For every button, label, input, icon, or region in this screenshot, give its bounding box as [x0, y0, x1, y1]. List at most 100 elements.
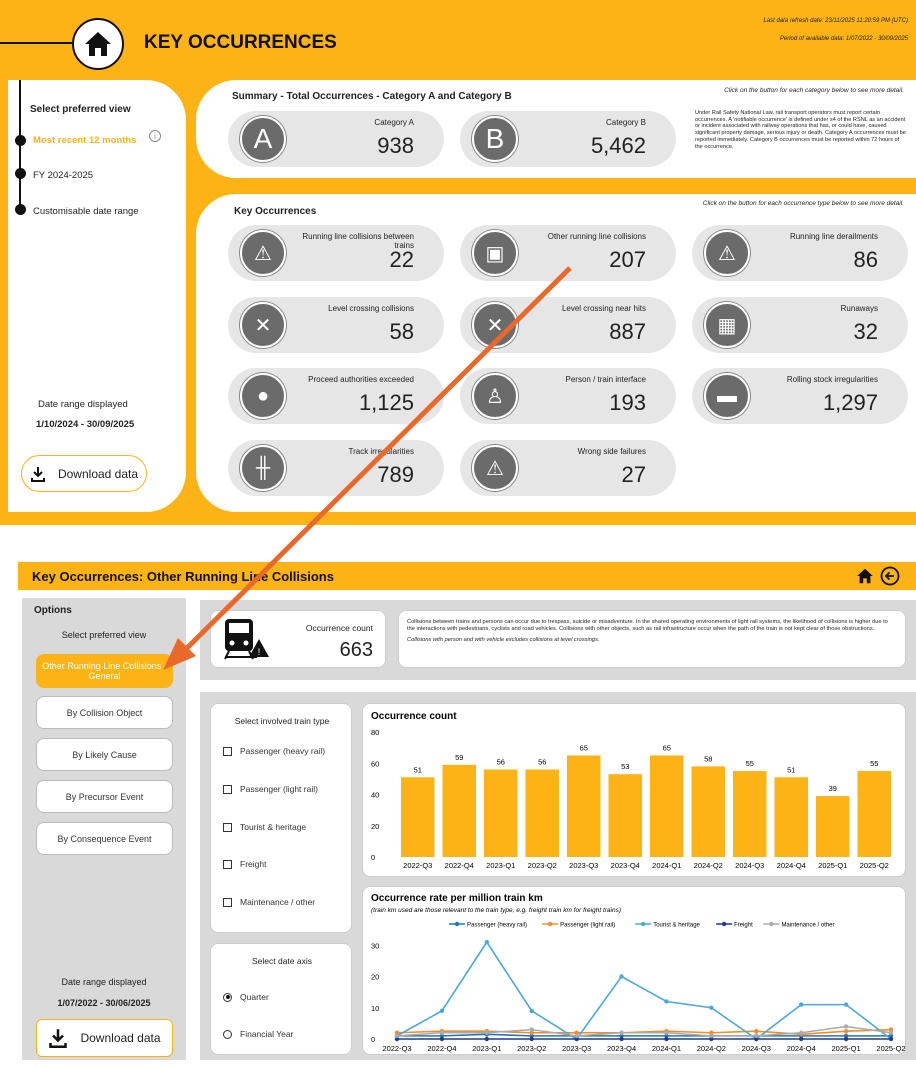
checkbox[interactable]	[223, 746, 232, 756]
y-tick-label: 20	[371, 973, 379, 982]
checkbox[interactable]	[223, 784, 232, 794]
view-dot[interactable]	[15, 168, 26, 179]
key-occurrence-button[interactable]: ● Proceed authorities exceeded 1,125	[228, 368, 444, 424]
category-a-icon: A	[240, 116, 286, 162]
view-consequence-button[interactable]: By Consequence Event	[36, 822, 173, 855]
count-label: Occurrence count	[305, 623, 373, 633]
series-point	[484, 939, 490, 945]
track-icon: ╫	[240, 445, 286, 491]
bar-value-label: 59	[455, 753, 463, 762]
date-range-value: 1/10/2024 - 30/09/2025	[36, 419, 135, 430]
series-point	[394, 1033, 400, 1039]
occurrence-value: 22	[389, 247, 414, 272]
x-tick-label: 2023-Q1	[472, 1044, 501, 1053]
back-icon[interactable]	[880, 566, 900, 586]
checkbox[interactable]	[223, 897, 232, 907]
key-occurrence-button[interactable]: ▬ Rolling stock irregularities 1,297	[692, 368, 908, 424]
train-type-checkbox[interactable]: Freight	[223, 859, 266, 869]
line-chart-card: Occurrence rate per million train km (tra…	[362, 886, 906, 1055]
bar-value-label: 51	[414, 765, 422, 774]
key-occurrence-button[interactable]: ⚠ Wrong side failures 27	[460, 440, 676, 496]
train-type-checkbox[interactable]: Tourist & heritage	[223, 822, 306, 832]
options-title: Options	[34, 605, 72, 616]
series-point	[888, 1030, 894, 1035]
series-point	[439, 1008, 445, 1014]
series-point	[664, 1030, 669, 1035]
category-b-label: Category B	[605, 118, 646, 127]
person-train-icon: ♙	[472, 373, 518, 419]
category-a-button[interactable]: A Category A 938	[228, 111, 444, 167]
key-occurrence-button[interactable]: ✕ Level crossing near hits 887	[460, 297, 676, 353]
level-crossing-collision-icon: ✕	[240, 302, 286, 348]
summary-title: Summary - Total Occurrences - Category A…	[232, 91, 512, 102]
legend-label: Passenger (heavy rail)	[467, 923, 527, 929]
key-occurrence-button[interactable]: ✕ Level crossing collisions 58	[228, 297, 444, 353]
bar	[401, 777, 435, 857]
bar	[691, 766, 725, 857]
y-tick-label: 40	[371, 791, 379, 800]
key-occurrence-button[interactable]: ╫ Track irregularities 789	[228, 440, 444, 496]
detail-download-button[interactable]: Download data	[36, 1019, 173, 1057]
train-type-checkbox[interactable]: Passenger (light rail)	[223, 784, 318, 794]
view-option-fy[interactable]: FY 2024-2025	[33, 170, 93, 181]
key-occurrence-button[interactable]: ⚠ Running line collisions between trains 2…	[228, 225, 444, 281]
category-b-button[interactable]: B Category B 5,462	[460, 111, 676, 167]
download-button[interactable]: Download data	[21, 455, 147, 492]
timeline-line	[19, 80, 21, 213]
home-button[interactable]	[72, 18, 124, 70]
x-tick-label: 2023-Q2	[528, 861, 557, 870]
y-tick-label: 0	[371, 853, 375, 862]
home-icon[interactable]	[856, 567, 874, 585]
description-card: Collisions between trains and persons ca…	[398, 610, 906, 668]
key-occurrence-button[interactable]: ▦ Runaways 32	[692, 297, 908, 353]
derailment-icon: ⚠	[704, 230, 750, 276]
view-precursor-button[interactable]: By Precursor Event	[36, 780, 173, 813]
radio-button[interactable]	[223, 992, 232, 1002]
x-tick-label: 2025-Q2	[860, 861, 889, 870]
view-dot[interactable]	[15, 135, 26, 146]
line-chart-title: Occurrence rate per million train km	[371, 893, 543, 904]
occurrence-value: 789	[377, 462, 414, 487]
bar-value-label: 56	[538, 758, 546, 767]
x-tick-label: 2022-Q4	[445, 861, 474, 870]
bar	[650, 755, 684, 857]
key-occurrence-button[interactable]: ♙ Person / train interface 193	[460, 368, 676, 424]
y-tick-label: 10	[371, 1004, 379, 1013]
category-a-label: Category A	[374, 118, 414, 127]
key-occurrence-button[interactable]: ▣ Other running line collisions 207	[460, 225, 676, 281]
legend-label: Passenger (light rail)	[560, 923, 615, 929]
bar	[442, 764, 476, 857]
train-type-checkbox[interactable]: Passenger (heavy rail)	[223, 746, 325, 756]
legend-marker	[641, 921, 646, 927]
view-option-recent[interactable]: Most recent 12 months	[33, 135, 136, 146]
train-type-checkbox[interactable]: Maintenance / other	[223, 897, 315, 907]
signal-icon: ●	[240, 373, 286, 419]
date-axis-radio-fy[interactable]: Financial Year	[223, 1029, 293, 1039]
x-tick-label: 2024-Q3	[735, 861, 764, 870]
view-dot[interactable]	[15, 204, 26, 215]
detail-title: Key Occurrences: Other Running Line Coll…	[32, 569, 334, 584]
checkbox[interactable]	[223, 822, 232, 832]
info-icon[interactable]: i	[149, 130, 161, 142]
bar	[816, 796, 850, 857]
bar-value-label: 39	[829, 784, 837, 793]
x-tick-label: 2025-Q1	[818, 861, 847, 870]
view-collision-object-button[interactable]: By Collision Object	[36, 696, 173, 729]
description-text: Collisions between trains and persons ca…	[407, 619, 888, 633]
occurrence-rate-line-chart: Occurrence rate per million train km (tra…	[371, 893, 906, 1053]
series-point	[843, 1024, 849, 1029]
date-axis-radio-quarter[interactable]: Quarter	[223, 992, 269, 1002]
key-occurrence-button[interactable]: ⚠ Running line derailments 86	[692, 225, 908, 281]
series-point	[843, 1002, 849, 1007]
bar	[525, 769, 559, 857]
series-point	[484, 1030, 490, 1035]
view-likely-cause-button[interactable]: By Likely Cause	[36, 738, 173, 771]
x-tick-label: 2023-Q1	[486, 861, 515, 870]
home-icon	[85, 32, 111, 56]
view-general-button[interactable]: Other Running Line Collisions - General	[36, 654, 173, 688]
category-a-value: 938	[377, 133, 414, 158]
checkbox[interactable]	[223, 859, 232, 869]
radio-button[interactable]	[223, 1029, 232, 1039]
series-point	[709, 1033, 714, 1039]
view-option-custom[interactable]: Customisable date range	[33, 206, 139, 217]
